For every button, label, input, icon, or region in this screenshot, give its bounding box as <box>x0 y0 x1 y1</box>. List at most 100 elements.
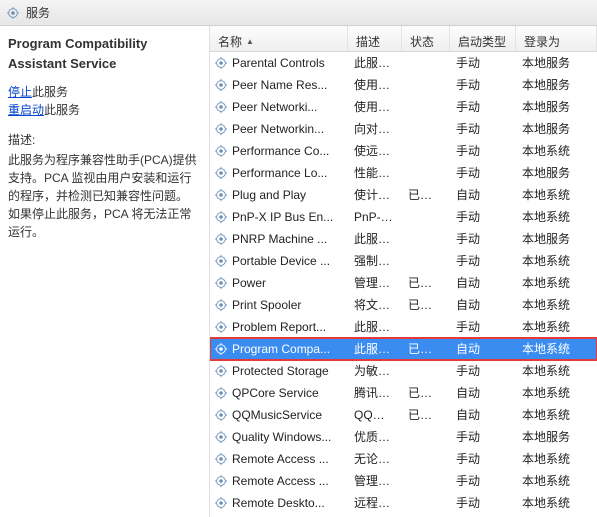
service-desc: 优质… <box>348 428 402 445</box>
service-logon-as: 本地服务 <box>516 120 597 137</box>
service-name-cell: QPCore Service <box>210 386 348 400</box>
column-start-type[interactable]: 启动类型 <box>450 26 516 51</box>
column-status[interactable]: 状态 <box>402 26 450 51</box>
service-name: Program Compa... <box>232 342 330 356</box>
gear-icon <box>214 232 228 246</box>
service-desc: 强制… <box>348 252 402 269</box>
service-start-type: 自动 <box>450 340 516 357</box>
service-desc: 远程… <box>348 494 402 511</box>
service-start-type: 自动 <box>450 296 516 313</box>
gear-icon <box>214 452 228 466</box>
service-name-cell: Remote Deskto... <box>210 496 348 510</box>
service-desc: 管理… <box>348 472 402 489</box>
service-desc: 使远… <box>348 142 402 159</box>
service-row[interactable]: Program Compa...此服…已启动自动本地系统 <box>210 338 597 360</box>
stop-suffix: 此服务 <box>32 85 68 99</box>
service-desc: QQ… <box>348 408 402 422</box>
service-name-cell: QQMusicService <box>210 408 348 422</box>
gear-icon <box>214 364 228 378</box>
service-rows[interactable]: Parental Controls此服…手动本地服务Peer Name Res.… <box>210 52 597 517</box>
title-text: 服务 <box>26 4 50 21</box>
service-logon-as: 本地系统 <box>516 494 597 511</box>
column-logon-as[interactable]: 登录为 <box>516 26 597 51</box>
service-logon-as: 本地服务 <box>516 98 597 115</box>
service-name-cell: Portable Device ... <box>210 254 348 268</box>
restart-link[interactable]: 重启动 <box>8 103 44 117</box>
service-row[interactable]: Portable Device ...强制…手动本地系统 <box>210 250 597 272</box>
service-name: Remote Deskto... <box>232 496 325 510</box>
service-name-cell: Remote Access ... <box>210 452 348 466</box>
service-name: Remote Access ... <box>232 452 329 466</box>
service-start-type: 自动 <box>450 384 516 401</box>
service-logon-as: 本地服务 <box>516 164 597 181</box>
service-row[interactable]: Problem Report...此服…手动本地系统 <box>210 316 597 338</box>
service-name: Peer Networki... <box>232 100 317 114</box>
service-row[interactable]: PNRP Machine ...此服…手动本地服务 <box>210 228 597 250</box>
service-row[interactable]: Peer Name Res...使用…手动本地服务 <box>210 74 597 96</box>
service-row[interactable]: Print Spooler将文…已启动自动本地系统 <box>210 294 597 316</box>
gear-icon <box>214 144 228 158</box>
gear-icon <box>214 78 228 92</box>
service-list-pane: 名称 ▲ 描述 状态 启动类型 登录为 Parental Controls此服…… <box>210 26 597 517</box>
gear-icon <box>214 122 228 136</box>
service-desc: 向对… <box>348 120 402 137</box>
service-row[interactable]: Parental Controls此服…手动本地服务 <box>210 52 597 74</box>
service-start-type: 手动 <box>450 208 516 225</box>
column-desc[interactable]: 描述 <box>348 26 402 51</box>
service-row[interactable]: PnP-X IP Bus En...PnP-…手动本地系统 <box>210 206 597 228</box>
service-row[interactable]: Performance Lo...性能…手动本地服务 <box>210 162 597 184</box>
service-name-cell: PNRP Machine ... <box>210 232 348 246</box>
service-row[interactable]: QQMusicServiceQQ…已启动自动本地系统 <box>210 404 597 426</box>
service-row[interactable]: QPCore Service腾讯…已启动自动本地系统 <box>210 382 597 404</box>
service-row[interactable]: Peer Networkin...向对…手动本地服务 <box>210 118 597 140</box>
column-name-label: 名称 <box>218 33 242 50</box>
service-desc: 管理… <box>348 274 402 291</box>
service-row[interactable]: Plug and Play使计…已启动自动本地系统 <box>210 184 597 206</box>
service-name: Plug and Play <box>232 188 306 202</box>
service-name: Power <box>232 276 266 290</box>
service-name-cell: Performance Co... <box>210 144 348 158</box>
service-logon-as: 本地系统 <box>516 384 597 401</box>
gear-icon <box>214 320 228 334</box>
service-name-cell: Performance Lo... <box>210 166 348 180</box>
service-row[interactable]: Performance Co...使远…手动本地系统 <box>210 140 597 162</box>
service-name-cell: Peer Name Res... <box>210 78 348 92</box>
service-row[interactable]: Peer Networki...使用…手动本地服务 <box>210 96 597 118</box>
gear-icon <box>214 56 228 70</box>
service-name-cell: Power <box>210 276 348 290</box>
service-name-cell: Plug and Play <box>210 188 348 202</box>
service-logon-as: 本地系统 <box>516 208 597 225</box>
service-start-type: 手动 <box>450 76 516 93</box>
service-name-cell: Peer Networki... <box>210 100 348 114</box>
service-name: PNRP Machine ... <box>232 232 327 246</box>
stop-link[interactable]: 停止 <box>8 85 32 99</box>
column-name[interactable]: 名称 ▲ <box>210 26 348 51</box>
service-logon-as: 本地服务 <box>516 76 597 93</box>
gear-icon <box>214 430 228 444</box>
service-name-cell: Remote Access ... <box>210 474 348 488</box>
service-name: Problem Report... <box>232 320 326 334</box>
service-name: QQMusicService <box>232 408 322 422</box>
service-start-type: 手动 <box>450 142 516 159</box>
service-row[interactable]: Protected Storage为敏…手动本地系统 <box>210 360 597 382</box>
service-row[interactable]: Remote Access ...无论…手动本地系统 <box>210 448 597 470</box>
service-name-cell: PnP-X IP Bus En... <box>210 210 348 224</box>
service-name: Quality Windows... <box>232 430 331 444</box>
service-start-type: 手动 <box>450 428 516 445</box>
service-row[interactable]: Remote Deskto...远程…手动本地系统 <box>210 492 597 514</box>
service-name: Remote Access ... <box>232 474 329 488</box>
service-desc: 腾讯… <box>348 384 402 401</box>
service-status: 已启动 <box>402 296 450 313</box>
service-row[interactable]: Remote Access ...管理…手动本地系统 <box>210 470 597 492</box>
service-row[interactable]: Power管理…已启动自动本地系统 <box>210 272 597 294</box>
service-start-type: 手动 <box>450 252 516 269</box>
service-status: 已启动 <box>402 274 450 291</box>
service-desc: 此服… <box>348 318 402 335</box>
service-status: 已启动 <box>402 384 450 401</box>
service-desc: 使计… <box>348 186 402 203</box>
gear-icon <box>214 254 228 268</box>
service-desc: 此服… <box>348 340 402 357</box>
service-row[interactable]: Quality Windows...优质…手动本地服务 <box>210 426 597 448</box>
service-name-cell: Protected Storage <box>210 364 348 378</box>
service-logon-as: 本地系统 <box>516 406 597 423</box>
